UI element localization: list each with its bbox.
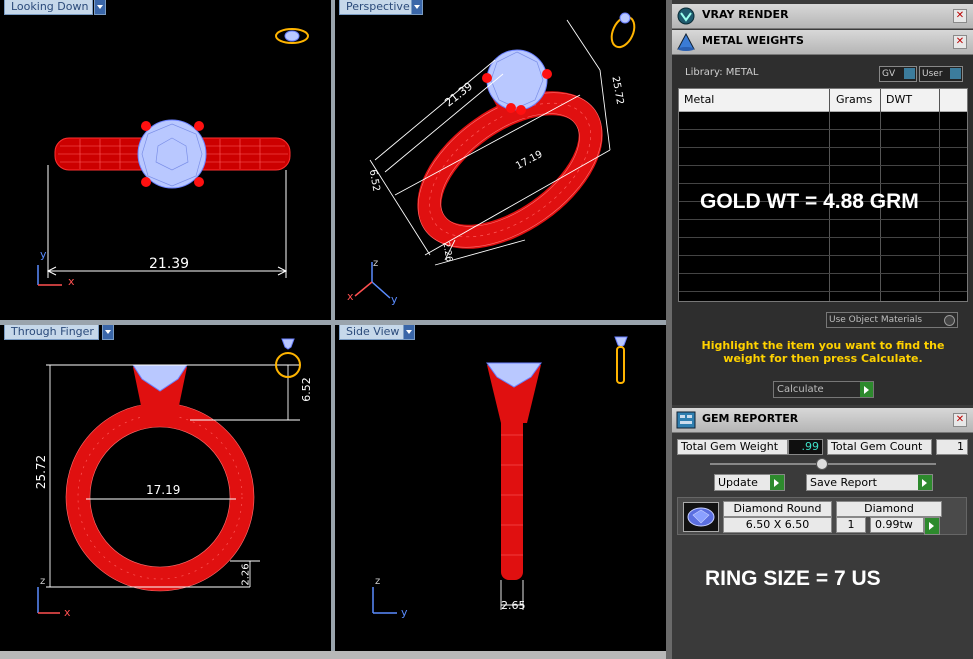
panel-title: GEM REPORTER: [702, 412, 799, 425]
gv-toggle[interactable]: GV: [879, 66, 917, 82]
metal-table-header: Metal Grams DWT: [679, 89, 967, 112]
col-metal[interactable]: Metal: [684, 93, 714, 106]
play-arrow-icon: [770, 475, 784, 490]
viewport-looking-down[interactable]: Looking Down 21.39 y x: [0, 0, 331, 320]
gem-reporter-header[interactable]: GEM REPORTER ✕: [672, 408, 973, 433]
axis-x-label: x: [68, 275, 75, 288]
axis-y-label: y: [40, 248, 47, 261]
col-dwt[interactable]: DWT: [886, 93, 912, 106]
total-gem-count-label: Total Gem Count: [827, 439, 932, 455]
gem-qty: 1: [836, 517, 866, 533]
viewport-through-finger[interactable]: Through Finger 25.72 17.19 6.52 2.26 z x: [0, 325, 331, 651]
gem-size[interactable]: 6.50 X 6.50: [723, 517, 832, 533]
table-row[interactable]: [679, 147, 967, 148]
axis-y-label: y: [391, 293, 398, 306]
save-report-label: Save Report: [810, 476, 877, 489]
axis-z-label: z: [373, 258, 379, 269]
viewport-splitter-vertical[interactable]: [331, 0, 335, 651]
dimension-label: 6.52: [299, 377, 313, 402]
plugin-panel: VRAY RENDER ✕ METAL WEIGHTS ✕ Library: M…: [672, 0, 973, 659]
diamond-icon: [687, 507, 715, 527]
gem-row-play-icon[interactable]: [924, 517, 940, 535]
instruction-text: Highlight the item you want to find the …: [701, 339, 945, 365]
metal-weights-header[interactable]: METAL WEIGHTS ✕: [672, 30, 973, 55]
table-row[interactable]: [679, 129, 967, 130]
viewport-perspective[interactable]: Perspective 21.39 17.19 6.52 25.72 2.26 …: [335, 0, 666, 320]
dimension-label: 2.26: [240, 563, 252, 586]
table-row[interactable]: [679, 273, 967, 274]
toggle-indicator: [950, 68, 961, 79]
dimension-label: 25.72: [34, 454, 49, 490]
user-toggle[interactable]: User: [919, 66, 963, 82]
table-row[interactable]: [679, 165, 967, 166]
perspective-drawing: [354, 12, 636, 299]
viewport-title[interactable]: Side View: [339, 325, 405, 340]
diamond-thumbnail[interactable]: [683, 502, 719, 532]
user-label: User: [922, 69, 943, 79]
viewport-title[interactable]: Perspective: [339, 0, 415, 15]
ring-size-annotation: RING SIZE = 7 US: [705, 567, 881, 590]
axis-x-label: x: [347, 290, 354, 303]
viewport-side-view[interactable]: Side View 2.65 z y: [335, 325, 666, 651]
save-report-button[interactable]: Save Report: [806, 474, 933, 491]
axis-x-label: x: [64, 606, 71, 619]
column-divider: [939, 89, 940, 301]
gem-shape[interactable]: Diamond Round: [723, 501, 832, 517]
close-icon[interactable]: ✕: [953, 9, 967, 23]
gem-list: Diamond Round 6.50 X 6.50 Diamond 1 0.99…: [677, 497, 967, 535]
play-arrow-icon: [860, 382, 873, 397]
calculate-label: Calculate: [777, 384, 824, 395]
update-label: Update: [718, 476, 758, 489]
close-icon[interactable]: ✕: [953, 35, 967, 49]
calculate-button[interactable]: Calculate: [773, 381, 874, 398]
vray-render-header[interactable]: VRAY RENDER ✕: [672, 4, 973, 29]
viewport-title[interactable]: Through Finger: [4, 325, 99, 340]
viewport-menu-chevron-icon[interactable]: [102, 325, 114, 340]
total-gem-count-value: 1: [936, 439, 968, 455]
metal-cone-icon: [677, 33, 695, 51]
axis-y-label: y: [401, 606, 408, 619]
metal-weights-body: Library: METAL GV User Metal Grams DWT U…: [672, 55, 973, 405]
axis-z-label: z: [40, 576, 46, 587]
gem-report-icon: [676, 411, 696, 429]
gem-material[interactable]: Diamond: [836, 501, 942, 517]
play-arrow-icon: [918, 475, 932, 490]
use-object-materials-label: Use Object Materials: [829, 315, 923, 325]
total-gem-weight-label: Total Gem Weight: [677, 439, 788, 455]
gem-reporter-body: Total Gem Weight .99 Total Gem Count 1 U…: [672, 433, 973, 659]
panel-title: METAL WEIGHTS: [702, 34, 804, 47]
dimension-label: 21.39: [149, 256, 190, 272]
table-row[interactable]: [679, 291, 967, 292]
library-label: Library: METAL: [685, 67, 759, 78]
dimension-label: 2.65: [501, 599, 526, 612]
gold-weight-annotation: GOLD WT = 4.88 GRM: [700, 190, 919, 213]
table-row[interactable]: [679, 255, 967, 256]
viewport-splitter-horizontal[interactable]: [0, 320, 666, 325]
gem-carat: 0.99tw: [870, 517, 924, 533]
looking-down-drawing: [37, 28, 309, 286]
dimension-label: 17.19: [146, 483, 181, 497]
viewport-menu-chevron-icon[interactable]: [403, 325, 415, 340]
update-button[interactable]: Update: [714, 474, 785, 491]
table-row[interactable]: [679, 219, 967, 220]
table-row[interactable]: [679, 183, 967, 184]
total-gem-weight-value: .99: [788, 439, 823, 455]
radio-icon: [944, 315, 955, 326]
panel-title: VRAY RENDER: [702, 8, 789, 21]
table-row[interactable]: [679, 237, 967, 238]
gv-label: GV: [882, 69, 896, 79]
viewport-menu-chevron-icon[interactable]: [411, 0, 423, 15]
bottom-status-strip: [0, 651, 666, 659]
use-object-materials-toggle[interactable]: Use Object Materials: [826, 312, 958, 328]
viewport-title[interactable]: Looking Down: [4, 0, 94, 15]
vray-sphere-icon: [677, 7, 695, 25]
gem-slider-handle[interactable]: [816, 458, 828, 470]
col-grams[interactable]: Grams: [836, 93, 872, 106]
close-icon[interactable]: ✕: [953, 413, 967, 427]
axis-z-label: z: [375, 576, 381, 587]
viewport-menu-chevron-icon[interactable]: [94, 0, 106, 15]
toggle-indicator: [904, 68, 915, 79]
